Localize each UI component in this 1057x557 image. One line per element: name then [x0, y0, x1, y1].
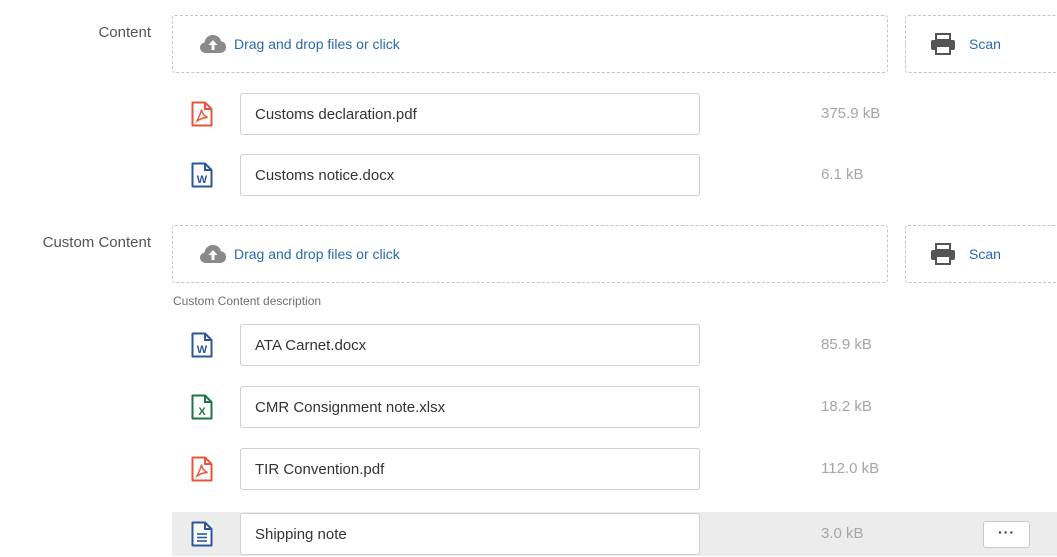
- custom-content-description: Custom Content description: [173, 294, 322, 308]
- file-row-selected[interactable]: 3.0 kB ···: [172, 512, 1057, 556]
- file-name-input[interactable]: [240, 93, 700, 135]
- file-size: 112.0 kB: [821, 460, 880, 477]
- svg-text:X: X: [198, 406, 206, 418]
- cloud-upload-icon: [200, 33, 228, 55]
- custom-content-scan-button[interactable]: Scan: [905, 225, 1057, 283]
- file-row[interactable]: X 18.2 kB: [172, 385, 1057, 429]
- file-name-input[interactable]: [240, 386, 700, 428]
- printer-icon: [930, 33, 956, 55]
- cloud-upload-icon: [200, 243, 228, 265]
- custom-content-dropzone[interactable]: Drag and drop files or click: [172, 225, 888, 283]
- file-name-input[interactable]: [240, 448, 700, 490]
- excel-file-icon: X: [191, 394, 213, 420]
- svg-text:W: W: [197, 344, 208, 356]
- dropzone-text: Drag and drop files or click: [234, 246, 400, 262]
- file-size: 18.2 kB: [821, 398, 872, 415]
- pdf-file-icon: [191, 456, 213, 482]
- file-row[interactable]: W 6.1 kB: [172, 153, 1057, 197]
- scan-label: Scan: [969, 246, 1001, 262]
- file-size: 3.0 kB: [821, 525, 864, 542]
- file-row[interactable]: 112.0 kB: [172, 447, 1057, 491]
- file-name-input[interactable]: [240, 154, 700, 196]
- file-size: 6.1 kB: [821, 166, 864, 183]
- file-size: 375.9 kB: [821, 105, 881, 122]
- file-name-input[interactable]: [240, 513, 700, 555]
- text-file-icon: [191, 521, 213, 547]
- content-scan-button[interactable]: Scan: [905, 15, 1057, 73]
- scan-label: Scan: [969, 36, 1001, 52]
- word-file-icon: W: [191, 162, 213, 188]
- content-dropzone[interactable]: Drag and drop files or click: [172, 15, 888, 73]
- svg-text:W: W: [197, 174, 208, 186]
- word-file-icon: W: [191, 332, 213, 358]
- file-row[interactable]: 375.9 kB: [172, 92, 1057, 136]
- more-options-button[interactable]: ···: [983, 521, 1030, 548]
- content-section-label: Content: [98, 24, 151, 41]
- file-size: 85.9 kB: [821, 336, 872, 353]
- file-name-input[interactable]: [240, 324, 700, 366]
- dropzone-text: Drag and drop files or click: [234, 36, 400, 52]
- printer-icon: [930, 243, 956, 265]
- custom-content-section-label: Custom Content: [42, 234, 151, 251]
- pdf-file-icon: [191, 101, 213, 127]
- file-row[interactable]: W 85.9 kB: [172, 323, 1057, 367]
